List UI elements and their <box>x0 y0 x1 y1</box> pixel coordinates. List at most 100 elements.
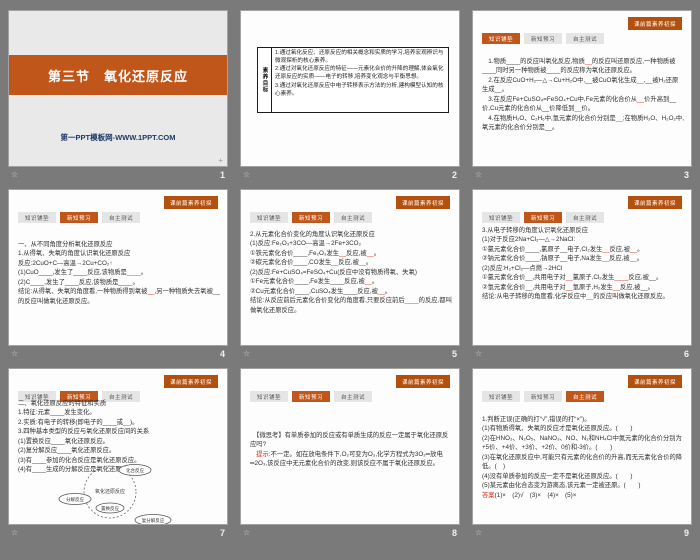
slide-meta-1: ☆ 1 <box>8 167 228 183</box>
text-segment: ①铁元素化合价____,Fe₂O₃发生 <box>250 249 340 257</box>
slide-thumbnail-3[interactable]: 课前篇素养初探 知识铺垫 新知预习 自主测试 1.物质____的反应叫氧化反应,物质_… <box>472 10 692 167</box>
transition-star-icon: ☆ <box>243 170 251 179</box>
slide-cell-8: 课前篇素养初探知识铺垫 新知预习 自主测试 【微思考】有单质参加的反应或有单质生成的… <box>240 368 460 541</box>
section-badge: 课前篇素养初探 <box>163 375 218 388</box>
text-segment: 价。 <box>581 105 594 113</box>
text-segment: __ <box>565 283 573 291</box>
text-segment: 2.实质:有电子的转移(即电子的____或 <box>18 418 123 426</box>
slide-cell-1: 第三节 氧化还原反应 第一PPT模板网-WWW.1PPT.COM + ☆ 1 <box>8 10 228 183</box>
tab-1[interactable]: 知识铺垫 <box>18 212 57 223</box>
text-segment: __ <box>612 283 620 291</box>
svg-text:置换反应: 置换反应 <box>101 505 119 512</box>
text-line: 3.四种基本类型的反应与氧化还原反应间的关系 <box>18 427 220 436</box>
transition-star-icon: ☆ <box>11 349 19 358</box>
text-segment: 反应,被 <box>609 255 630 263</box>
tab-2[interactable]: 新知预习 <box>292 212 331 223</box>
tab-3[interactable]: 自主测试 <box>566 212 605 223</box>
tab-bar: 知识铺垫 新知预习 自主测试 <box>18 212 141 223</box>
tab-1[interactable]: 知识铺垫 <box>482 391 521 402</box>
transition-star-icon: ☆ <box>11 528 19 537</box>
text-segment: 的反应叫做氧化还原反应。 <box>593 293 669 301</box>
text-segment: (2)复分解反应____氧化还原反应。 <box>18 447 116 455</box>
tab-3[interactable]: 自主测试 <box>102 212 141 223</box>
text-segment: 。 <box>140 269 148 277</box>
tab-1[interactable]: 知识铺垫 <box>482 33 521 44</box>
text-segment: 氯原子,Cl₂发生 <box>572 274 615 282</box>
tab-1[interactable]: 知识铺垫 <box>250 391 289 402</box>
slide-grid: 第三节 氧化还原反应 第一PPT模板网-WWW.1PPT.COM + ☆ 1 素养目标 1.… <box>0 0 700 541</box>
text-segment: __ <box>636 76 644 84</box>
section-badge: 课前篇素养初探 <box>395 375 450 388</box>
text-line: (1)反应:Fe₂O₃+3CO—高温→2Fe+3CO₂ <box>250 239 452 248</box>
text-line: (5)某元素由化合态变为游离态,该元素一定被还原。( ) <box>482 481 684 490</box>
text-segment: (1)× (2)√ (3)× (4)× (5)× <box>494 491 577 499</box>
text-segment: __ <box>615 114 623 122</box>
plus-decoration-icon: + <box>218 156 223 165</box>
text-line: (2)在HNO₃、N₂O₅、NaNO₃、NO、N₂和NH₄Cl中氮元素的化合价分… <box>482 434 684 453</box>
slide-number: 3 <box>683 169 689 180</box>
slide-cell-6: 课前篇素养初探 知识铺垫 新知预习 自主测试 3.从电子转移的角度认识氧化还原反应 (1)… <box>472 189 692 362</box>
section-badge: 课前篇素养初探 <box>627 375 682 388</box>
text-segment: ①Fe元素化合价____,Fe发生____反应,被 <box>250 278 365 286</box>
slide-thumbnail-6[interactable]: 课前篇素养初探 知识铺垫 新知预习 自主测试 3.从电子转移的角度认识氧化还原反应 (1)… <box>472 189 692 346</box>
text-line: 2.在反应CuO+H₂—△→Cu+H₂O中,__被CuO氧化生成__,__被H₂… <box>482 76 684 95</box>
transition-star-icon: ☆ <box>11 170 19 179</box>
tab-3[interactable]: 自主测试 <box>566 33 605 44</box>
tab-3[interactable]: 自主测试 <box>334 212 373 223</box>
text-line: 2.从元素化合价变化的角度认识氧化还原反应 <box>250 230 452 239</box>
slide-number: 8 <box>451 527 457 538</box>
slide-content: 一、从不同角度分析氧化还原反应 1.从得氧、失氧的角度认识氧化还原反应 反应:2Cu… <box>18 240 220 306</box>
text-segment: (1)反应:Fe₂O₃+3CO—高温→2Fe+3CO₂ <box>250 240 362 248</box>
text-segment: :不一定。如在放电条件下,O₂可变为O₃,化学方程式为3O₂═放电═2O₃,该反… <box>250 450 443 468</box>
text-line: 结论:从反应前后元素化合价变化的角度看,只要反应前后____的反应,都叫做氧化还… <box>250 296 452 315</box>
slide-number: 4 <box>219 348 225 359</box>
text-segment: 一、从不同角度分析氧化还原反应 <box>18 241 113 248</box>
text-line: 答案(1)× (2)√ (3)× (4)× (5)× <box>482 491 684 500</box>
slide-content: 2.从元素化合价变化的角度认识氧化还原反应 (1)反应:Fe₂O₃+3CO—高温→… <box>250 230 452 315</box>
text-segment: (2)在HNO₃、N₂O₅、NaNO₃、NO、N₂和NH₄Cl中氮元素的化合价分… <box>482 434 682 452</box>
slide-thumbnail-8[interactable]: 课前篇素养初探知识铺垫 新知预习 自主测试 【微思考】有单质参加的反应或有单质生成的… <box>240 368 460 525</box>
slide-thumbnail-9[interactable]: 课前篇素养初探知识铺垫 新知预习 自主测试 1.判断正误(正确的打“√”,错误的打“×… <box>472 368 692 525</box>
text-segment: __ <box>377 287 385 295</box>
text-line: (2)复分解反应____氧化还原反应。 <box>18 446 220 455</box>
slide-thumbnail-5[interactable]: 课前篇素养初探 知识铺垫 新知预习 自主测试 2.从元素化合价变化的角度认识氧化还原反应… <box>240 189 460 346</box>
text-line: ①Fe元素化合价____,Fe发生____反应,被__。 <box>250 277 452 286</box>
slide-number: 5 <box>451 348 457 359</box>
text-segment: (1)有物质得氧、失氧的反应才是氧化还原反应。( ) <box>482 425 633 433</box>
text-segment: 【微思考】有单质参加的反应或有单质生成的反应一定属于氧化还原反应吗? <box>250 432 449 449</box>
tab-2[interactable]: 新知预习 <box>292 391 331 402</box>
tab-3[interactable]: 自主测试 <box>334 391 373 402</box>
text-line: (3)在氧化还原反应中,可能只有元素的化合价的升高,而无元素化合价的降低。( ) <box>482 453 684 472</box>
tab-3[interactable]: 自主测试 <box>566 391 605 402</box>
text-line: ①氯元素化合价____,氯原子__电子,Cl₂发生__反应,被__。 <box>482 245 684 254</box>
text-segment: 。 <box>365 259 373 267</box>
text-segment: 3.在反应Fe+CuSO₄=FeSO₄+Cu中,Fe元素的化合价从 <box>482 95 638 103</box>
text-segment: ____ <box>404 297 419 305</box>
tab-bar: 知识铺垫 新知预习 自主测试 <box>482 33 605 44</box>
tab-2[interactable]: 新知预习 <box>524 33 563 44</box>
text-segment: 反应,被 <box>338 259 359 267</box>
text-line: 1.特征:元素____发生变化。 <box>18 408 220 417</box>
slide-thumbnail-4[interactable]: 课前篇素养初探 知识铺垫 新知预习 自主测试 一、从不同角度分析氧化还原反应 1.从得氧、… <box>8 189 228 346</box>
slide-thumbnail-2[interactable]: 素养目标 1.通过氧化反应、还原反应的相关概念和实质的学习,培养宏观辨识与微观探析… <box>240 10 460 167</box>
tab-2[interactable]: 新知预习 <box>60 212 99 223</box>
text-segment: ____ <box>614 274 629 282</box>
text-line: (2)反应:Fe+CuSO₄=FeSO₄+Cu(反应中没有物质得氧、失氧) <box>250 268 452 277</box>
text-segment: __ <box>584 58 592 65</box>
text-segment: 反应,被__。 <box>619 283 654 291</box>
text-segment: __ <box>366 249 374 257</box>
tab-1[interactable]: 知识铺垫 <box>482 212 521 223</box>
text-segment: 1.判断正误(正确的打“√”,错误的打“×”)。 <box>482 416 591 423</box>
goals-side-label: 素养目标 <box>258 48 272 112</box>
text-segment: ②碳元素化合价____,CO发生 <box>250 259 332 267</box>
slide-thumbnail-7[interactable]: 课前篇素养初探 知识铺垫 新知预习 自主测试 二、氧化还原反应的特征和实质 1.特征:元素… <box>8 368 228 525</box>
text-line: 结论:从电子转移的角度看,化学反应中__的反应叫做氧化还原反应。 <box>482 292 684 301</box>
text-segment: 结论:从反应前后元素化合价变化的角度看,只要反应前后 <box>250 297 405 305</box>
goals-box: 素养目标 1.通过氧化反应、还原反应的相关概念和实质的学习,培养宏观辨识与微观探析… <box>257 47 449 113</box>
text-segment: ②Cu元素化合价____,CuSO₄发生____反应,被 <box>250 287 378 295</box>
slide-thumbnail-1[interactable]: 第三节 氧化还原反应 第一PPT模板网-WWW.1PPT.COM + <box>8 10 228 167</box>
tab-2[interactable]: 新知预习 <box>524 212 563 223</box>
tab-1[interactable]: 知识铺垫 <box>250 212 289 223</box>
tab-2[interactable]: 新知预习 <box>524 391 563 402</box>
text-line: 提示:不一定。如在放电条件下,O₂可变为O₃,化学方程式为3O₂═放电═2O₃,… <box>250 450 452 469</box>
